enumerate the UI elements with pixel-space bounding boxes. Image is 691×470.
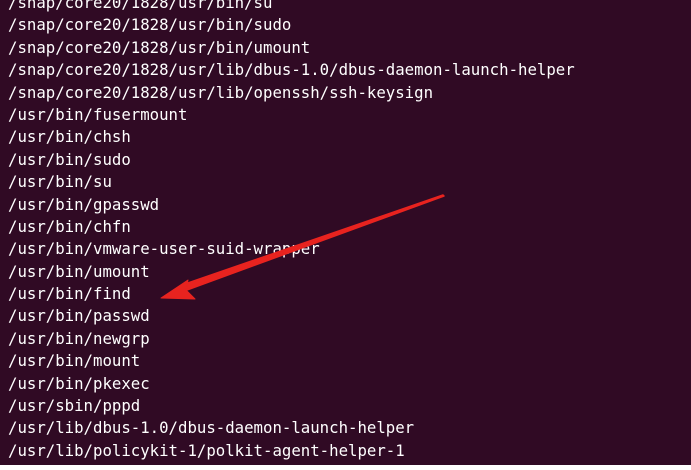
terminal-line: /usr/bin/chsh xyxy=(8,127,131,147)
terminal-line: /usr/bin/passwd xyxy=(8,306,150,326)
terminal-line: /usr/bin/umount xyxy=(8,261,150,281)
terminal-line: /usr/bin/newgrp xyxy=(8,328,150,348)
terminal-line: /usr/bin/mount xyxy=(8,351,141,371)
terminal-line: /snap/core20/1828/usr/lib/openssh/ssh-ke… xyxy=(8,82,434,102)
terminal-line: /usr/bin/vmware-user-suid-wrapper xyxy=(8,239,320,259)
terminal-line: /usr/lib/dbus-1.0/dbus-daemon-launch-hel… xyxy=(8,418,415,438)
terminal-line-highlighted: /usr/bin/find xyxy=(8,284,131,304)
terminal-line: /snap/core20/1828/usr/bin/umount xyxy=(8,37,311,57)
terminal-line: /snap/core20/1828/usr/bin/sudo xyxy=(8,15,292,35)
terminal-line: /usr/bin/sudo xyxy=(8,149,131,169)
terminal-line: /usr/bin/gpasswd xyxy=(8,194,160,214)
terminal-line: /usr/bin/su xyxy=(8,172,112,192)
terminal-line: /usr/bin/pkexec xyxy=(8,373,150,393)
terminal-line: /usr/bin/chfn xyxy=(8,216,131,236)
terminal-output: /snap/core20/1828/usr/bin/su /snap/core2… xyxy=(8,0,575,462)
terminal-window[interactable]: /snap/core20/1828/usr/bin/su /snap/core2… xyxy=(0,0,691,465)
terminal-line: /usr/bin/fusermount xyxy=(8,104,188,124)
terminal-line: /snap/core20/1828/usr/bin/su xyxy=(8,0,273,12)
terminal-line: /snap/core20/1828/usr/lib/dbus-1.0/dbus-… xyxy=(8,60,575,80)
terminal-line: /usr/lib/policykit-1/polkit-agent-helper… xyxy=(8,440,405,460)
terminal-line: /usr/sbin/pppd xyxy=(8,396,141,416)
